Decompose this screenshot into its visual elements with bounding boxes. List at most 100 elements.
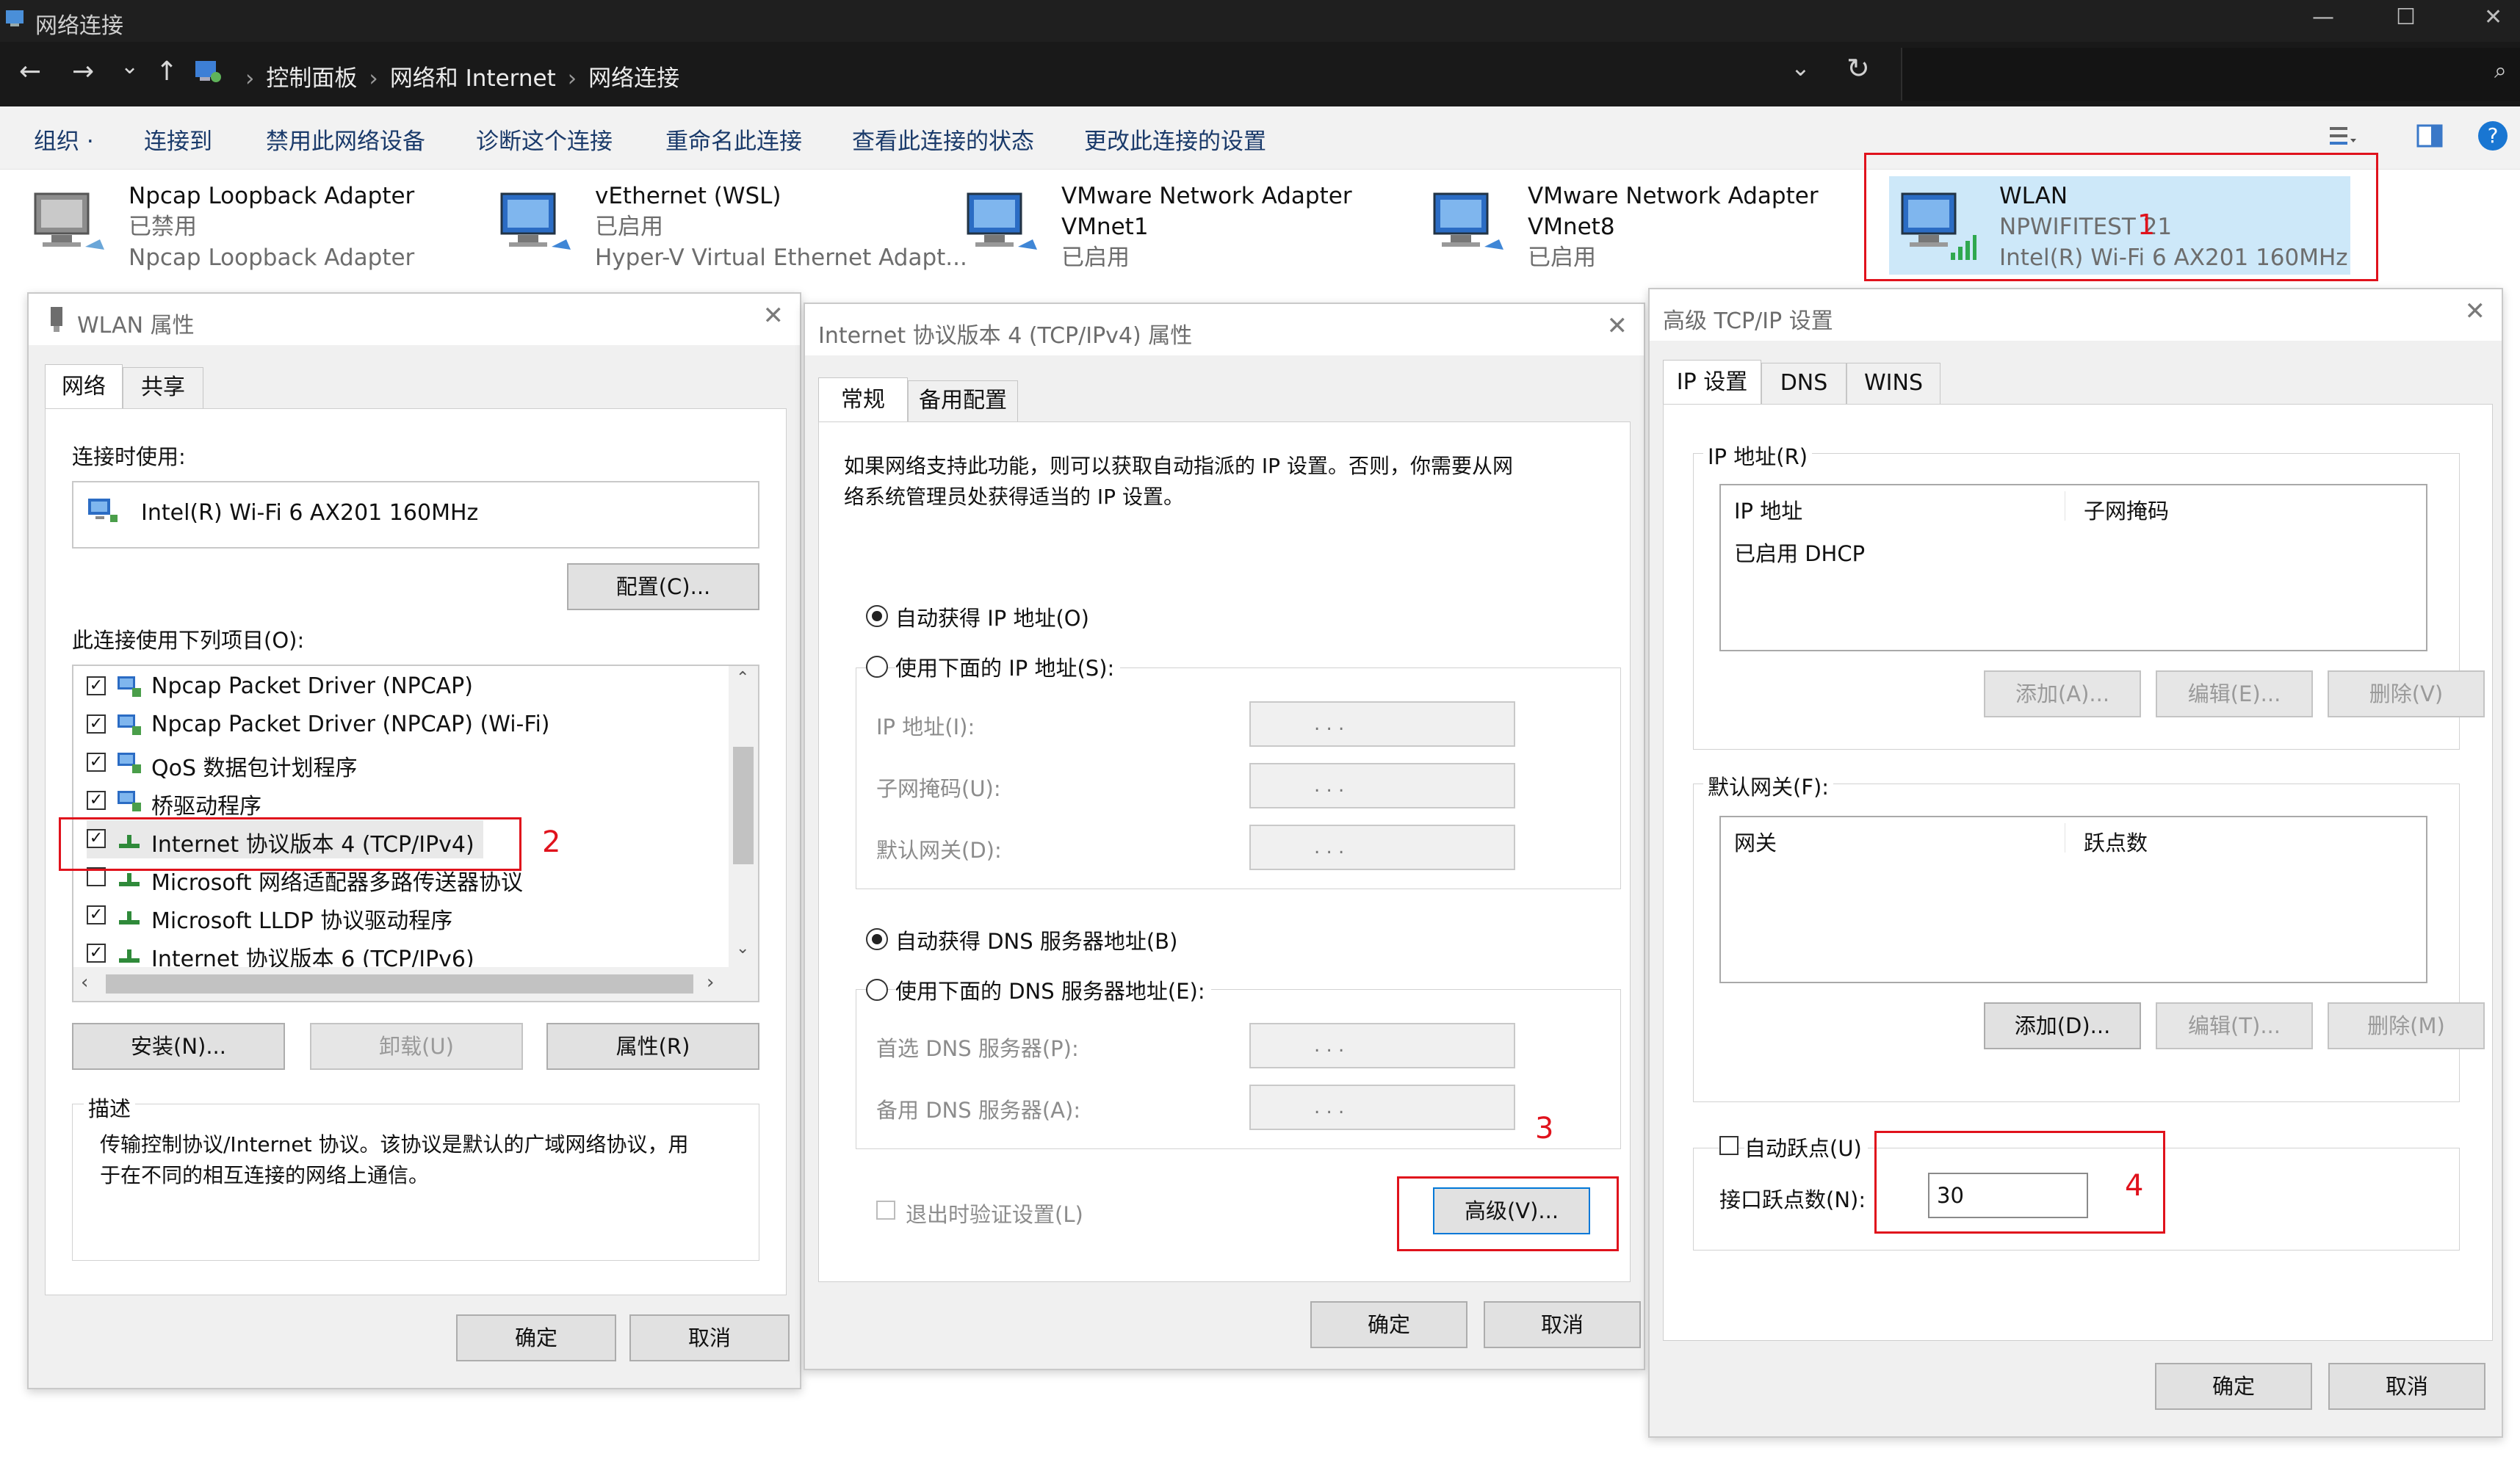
breadcrumb-network-internet[interactable]: 网络和 Internet <box>390 65 556 92</box>
auto-metric-checkbox[interactable] <box>1719 1136 1739 1155</box>
annotation-number-4: 4 <box>2125 1169 2144 1203</box>
gateway-edit-button[interactable]: 编辑(T)... <box>2156 1002 2313 1049</box>
scroll-up-icon[interactable]: ⌃ <box>736 669 749 687</box>
network-service-icon <box>116 789 142 813</box>
default-gateway-field[interactable]: . . . <box>1249 825 1515 870</box>
address-dropdown-icon[interactable]: ⌄ <box>1791 54 1810 82</box>
column-header-metric[interactable]: 跃点数 <box>2084 826 2148 857</box>
maximize-button[interactable]: ☐ <box>2396 4 2416 30</box>
item-checkbox[interactable]: ✓ <box>87 676 106 695</box>
properties-button[interactable]: 属性(R) <box>546 1023 759 1070</box>
preferred-dns-field[interactable]: . . . <box>1249 1023 1515 1068</box>
auto-dns-radio[interactable] <box>866 928 888 950</box>
disable-device-button[interactable]: 禁用此网络设备 <box>266 123 425 156</box>
dialog-close-icon[interactable]: ✕ <box>763 301 784 330</box>
ip-add-button[interactable]: 添加(A)... <box>1984 670 2141 717</box>
organize-menu[interactable]: 组织 · <box>34 123 94 156</box>
scrollbar-thumb[interactable] <box>106 974 693 994</box>
tab-general[interactable]: 常规 <box>818 377 908 421</box>
help-icon[interactable]: ? <box>2478 121 2508 151</box>
ok-button[interactable]: 确定 <box>1310 1301 1467 1348</box>
horizontal-scrollbar[interactable]: ‹ › <box>73 967 758 1001</box>
ip-address-field[interactable]: . . . <box>1249 701 1515 747</box>
auto-ip-radio[interactable] <box>866 605 888 627</box>
ip-delete-button[interactable]: 删除(V) <box>2328 670 2485 717</box>
subnet-mask-field[interactable]: . . . <box>1249 763 1515 808</box>
ok-button[interactable]: 确定 <box>2155 1363 2312 1410</box>
tab-dns[interactable]: DNS <box>1761 363 1846 404</box>
item-checkbox[interactable]: ✓ <box>87 905 106 924</box>
rename-button[interactable]: 重命名此连接 <box>665 123 802 156</box>
manual-dns-radio[interactable] <box>866 979 888 1001</box>
ip-edit-button[interactable]: 编辑(E)... <box>2156 670 2313 717</box>
adapter-vmnet8[interactable]: VMware Network Adapter VMnet8 已启用 <box>1429 175 1840 278</box>
scroll-right-icon[interactable]: › <box>707 971 714 994</box>
diagnose-button[interactable]: 诊断这个连接 <box>476 123 613 156</box>
adapter-npcap-loopback[interactable]: Npcap Loopback Adapter 已禁用 Npcap Loopbac… <box>29 175 441 278</box>
recent-locations-icon[interactable]: ⌄ <box>120 54 139 79</box>
tab-network[interactable]: 网络 <box>45 364 123 408</box>
uninstall-button[interactable]: 卸载(U) <box>310 1023 523 1070</box>
minimize-button[interactable]: — <box>2312 4 2334 30</box>
manual-ip-label[interactable]: 使用下面的 IP 地址(S): <box>895 651 1121 682</box>
preview-pane-icon[interactable] <box>2416 124 2443 149</box>
connect-to-button[interactable]: 连接到 <box>144 123 212 156</box>
table-row[interactable]: 已启用 DHCP <box>1734 537 1865 568</box>
validate-on-exit-label[interactable]: 退出时验证设置(L) <box>906 1198 1083 1228</box>
scroll-left-icon[interactable]: ‹ <box>81 971 88 994</box>
auto-ip-label[interactable]: 自动获得 IP 地址(O) <box>895 601 1089 632</box>
address-box[interactable]: › 控制面板 › 网络和 Internet › 网络连接 ⌄ ↻ <box>187 52 1870 96</box>
tab-ip-settings[interactable]: IP 设置 <box>1663 360 1761 404</box>
auto-metric-label[interactable]: 自动跃点(U) <box>1744 1132 1868 1162</box>
manual-dns-label[interactable]: 使用下面的 DNS 服务器地址(E): <box>895 974 1211 1005</box>
close-button[interactable]: ✕ <box>2484 4 2502 30</box>
tab-alternate-config[interactable]: 备用配置 <box>908 380 1018 421</box>
alternate-dns-field[interactable]: . . . <box>1249 1085 1515 1130</box>
tab-sharing[interactable]: 共享 <box>123 367 203 408</box>
network-service-icon <box>116 751 142 775</box>
general-tab-panel: 如果网络支持此功能，则可以获取自动指派的 IP 设置。否则，你需要从网 络系统管… <box>818 421 1631 1282</box>
tab-wins[interactable]: WINS <box>1846 363 1940 404</box>
gateway-add-button[interactable]: 添加(D)... <box>1984 1002 2141 1049</box>
network-adapter-icon <box>87 496 119 525</box>
install-button[interactable]: 安装(N)... <box>72 1023 285 1070</box>
column-header-subnet[interactable]: 子网掩码 <box>2084 494 2169 525</box>
cancel-button[interactable]: 取消 <box>1484 1301 1641 1348</box>
dialog-close-icon[interactable]: ✕ <box>2465 297 2486 326</box>
auto-dns-label[interactable]: 自动获得 DNS 服务器地址(B) <box>895 924 1177 955</box>
cancel-button[interactable]: 取消 <box>2328 1363 2485 1410</box>
cancel-button[interactable]: 取消 <box>629 1314 790 1361</box>
breadcrumb: › 控制面板 › 网络和 Internet › 网络连接 <box>234 59 679 93</box>
item-checkbox[interactable]: ✓ <box>87 714 106 734</box>
adapter-name: Npcap Loopback Adapter <box>129 183 415 209</box>
breadcrumb-control-panel[interactable]: 控制面板 <box>266 65 357 92</box>
change-view-icon[interactable] <box>2328 124 2358 151</box>
dialog-close-icon[interactable]: ✕ <box>1607 311 1628 341</box>
change-settings-button[interactable]: 更改此连接的设置 <box>1084 123 1266 156</box>
forward-icon[interactable]: → <box>72 57 94 87</box>
breadcrumb-network-connections[interactable]: 网络连接 <box>588 65 679 92</box>
item-checkbox[interactable]: ✓ <box>87 791 106 810</box>
validate-on-exit-checkbox[interactable] <box>876 1201 895 1220</box>
scrollbar-thumb[interactable] <box>733 747 754 864</box>
item-checkbox[interactable]: ✓ <box>87 753 106 772</box>
scroll-down-icon[interactable]: ⌄ <box>736 939 749 958</box>
advanced-tcpip-dialog: 高级 TCP/IP 设置 ✕ IP 设置 DNS WINS IP 地址(R) I… <box>1648 288 2503 1438</box>
adapter-vmnet1[interactable]: VMware Network Adapter VMnet1 已启用 <box>962 175 1373 278</box>
gateway-delete-button[interactable]: 删除(M) <box>2328 1002 2485 1049</box>
items-label: 此连接使用下列项目(O): <box>72 628 305 653</box>
column-header-gateway[interactable]: 网关 <box>1734 826 1777 857</box>
refresh-icon[interactable]: ↻ <box>1846 52 1870 84</box>
up-icon[interactable]: ↑ <box>156 57 178 87</box>
search-input[interactable]: ⌕ <box>1901 48 2520 101</box>
configure-button[interactable]: 配置(C)... <box>567 563 759 610</box>
column-header-ip[interactable]: IP 地址 <box>1734 494 1802 525</box>
network-protocol-icon <box>116 904 142 927</box>
ok-button[interactable]: 确定 <box>456 1314 616 1361</box>
vertical-scrollbar[interactable]: ⌃ ⌄ <box>729 666 758 967</box>
item-checkbox[interactable]: ✓ <box>87 944 106 963</box>
view-status-button[interactable]: 查看此连接的状态 <box>852 123 1034 156</box>
manual-ip-radio[interactable] <box>866 656 888 678</box>
adapter-vethernet-wsl[interactable]: vEthernet (WSL) 已启用 Hyper-V Virtual Ethe… <box>496 175 967 278</box>
back-icon[interactable]: ← <box>19 57 41 87</box>
